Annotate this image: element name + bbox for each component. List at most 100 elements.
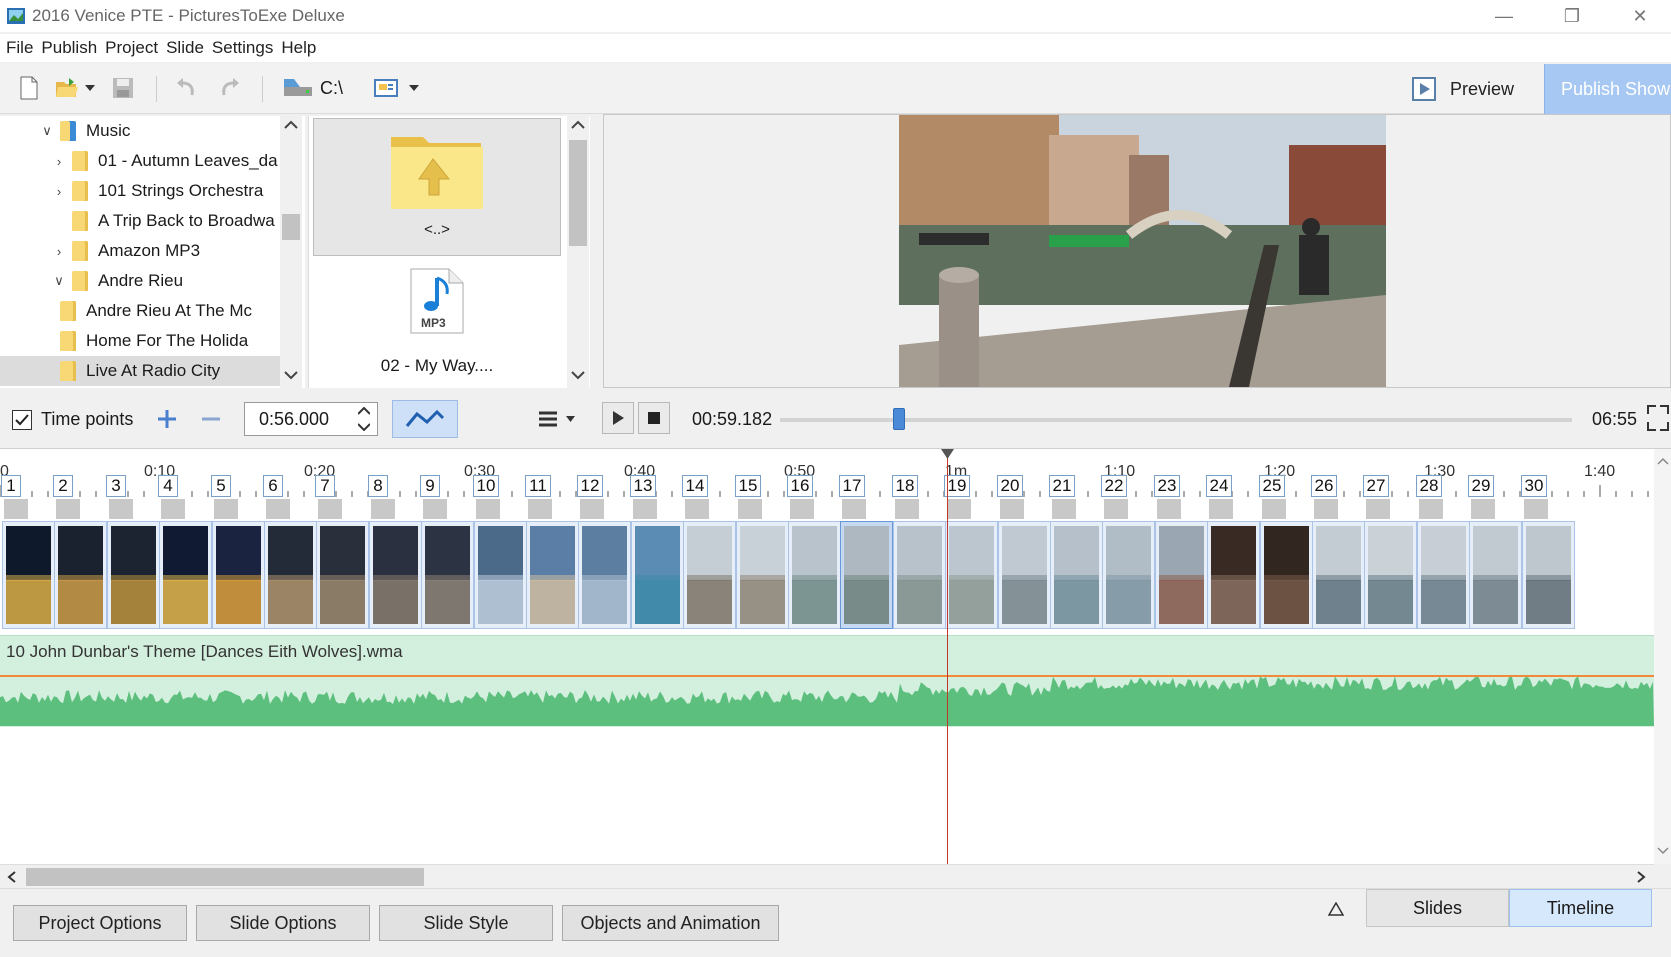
slide-thumbnail[interactable]: [1364, 521, 1417, 629]
slide-thumbnail[interactable]: [1102, 521, 1155, 629]
slide-thumbnail[interactable]: [631, 521, 684, 629]
tree-item[interactable]: Home For The Holida: [0, 326, 280, 356]
transition-marker[interactable]: [895, 499, 919, 519]
slide-thumbnail[interactable]: [316, 521, 369, 629]
slide-number-badge[interactable]: 12: [577, 475, 603, 497]
transition-marker[interactable]: [318, 499, 342, 519]
open-recent-dropdown[interactable]: [82, 72, 98, 104]
transition-marker[interactable]: [1209, 499, 1233, 519]
project-options-button[interactable]: Project Options: [13, 905, 187, 941]
slide-thumbnail[interactable]: [578, 521, 631, 629]
view-mode-dropdown[interactable]: [406, 72, 422, 104]
slide-number-badge[interactable]: 8: [368, 475, 388, 497]
timeline-horizontal-scrollbar[interactable]: [0, 864, 1654, 888]
audio-track[interactable]: 10 John Dunbar's Theme [Dances Eith Wolv…: [0, 635, 1654, 727]
transition-marker[interactable]: [4, 499, 28, 519]
tree-item[interactable]: A Trip Back to Broadwa: [0, 206, 280, 236]
smooth-curve-toggle[interactable]: [392, 400, 458, 438]
slide-options-button[interactable]: Slide Options: [196, 905, 370, 941]
objects-and-animation-button[interactable]: Objects and Animation: [562, 905, 779, 941]
playhead[interactable]: [941, 449, 954, 864]
slide-thumbnail[interactable]: [998, 521, 1051, 629]
menu-publish[interactable]: Publish: [41, 34, 104, 62]
tree-item[interactable]: Andre Rieu At The Mc: [0, 296, 280, 326]
transition-marker[interactable]: [1157, 499, 1181, 519]
slide-thumbnail[interactable]: [54, 521, 107, 629]
position-slider-thumb[interactable]: [893, 408, 905, 430]
slide-thumbnail[interactable]: [840, 521, 893, 629]
fullscreen-button[interactable]: [1646, 404, 1670, 434]
transition-marker[interactable]: [266, 499, 290, 519]
expand-chevron-icon[interactable]: ∨: [38, 123, 56, 139]
transition-marker[interactable]: [1314, 499, 1338, 519]
transition-marker[interactable]: [842, 499, 866, 519]
slide-thumbnail[interactable]: [945, 521, 998, 629]
slide-number-badge[interactable]: 3: [106, 475, 126, 497]
close-button[interactable]: ✕: [1610, 0, 1670, 32]
transition-marker[interactable]: [56, 499, 80, 519]
transition-marker[interactable]: [1471, 499, 1495, 519]
time-points-checkbox[interactable]: [12, 410, 32, 430]
new-project-button[interactable]: [14, 72, 44, 104]
transition-marker[interactable]: [947, 499, 971, 519]
open-project-button[interactable]: [52, 72, 82, 104]
slide-number-badge[interactable]: 17: [839, 475, 865, 497]
play-button[interactable]: [602, 402, 634, 434]
slide-thumbnail[interactable]: [212, 521, 265, 629]
menu-settings[interactable]: Settings: [212, 34, 280, 62]
slide-thumbnail[interactable]: [1050, 521, 1103, 629]
slide-number-badge[interactable]: 16: [787, 475, 813, 497]
slide-thumbnail[interactable]: [526, 521, 579, 629]
transition-marker[interactable]: [1524, 499, 1548, 519]
duration-spinner[interactable]: [352, 403, 376, 435]
slide-number-badge[interactable]: 6: [263, 475, 283, 497]
folder-tree-scroll-thumb[interactable]: [282, 214, 300, 240]
slide-thumbnail[interactable]: [1207, 521, 1260, 629]
slide-number-badge[interactable]: 29: [1468, 475, 1494, 497]
transition-marker[interactable]: [1000, 499, 1024, 519]
slide-number-badge[interactable]: 10: [473, 475, 499, 497]
folder-tree-scrollbar[interactable]: [280, 116, 302, 388]
preview-button[interactable]: Preview: [1412, 70, 1542, 108]
slide-number-badge[interactable]: 21: [1049, 475, 1075, 497]
undo-button[interactable]: [172, 72, 202, 104]
slide-thumbnail[interactable]: [369, 521, 422, 629]
slide-thumbnail[interactable]: [1260, 521, 1313, 629]
expand-chevron-icon[interactable]: ∨: [50, 273, 68, 289]
menu-help[interactable]: Help: [281, 34, 323, 62]
slide-number-badge[interactable]: 5: [211, 475, 231, 497]
slide-number-badge[interactable]: 14: [682, 475, 708, 497]
mp3-file-item[interactable]: MP3 02 - My Way....: [313, 266, 561, 386]
slide-number-badge[interactable]: 13: [630, 475, 656, 497]
transition-marker[interactable]: [685, 499, 709, 519]
slide-number-badge[interactable]: 28: [1416, 475, 1442, 497]
slide-number-badge[interactable]: 15: [735, 475, 761, 497]
restore-button[interactable]: ❐: [1542, 0, 1602, 32]
slide-thumbnail[interactable]: [683, 521, 736, 629]
timeline-scrollbar[interactable]: [1654, 449, 1671, 864]
slide-thumbnail[interactable]: [788, 521, 841, 629]
transition-marker[interactable]: [1052, 499, 1076, 519]
add-time-point-button[interactable]: [152, 404, 182, 434]
tree-item[interactable]: › Amazon MP3: [0, 236, 280, 266]
tab-slides[interactable]: Slides: [1366, 889, 1509, 927]
transition-marker[interactable]: [1104, 499, 1128, 519]
remove-time-point-button[interactable]: [196, 404, 226, 434]
transition-marker[interactable]: [790, 499, 814, 519]
transition-marker[interactable]: [633, 499, 657, 519]
slide-number-badge[interactable]: 20: [997, 475, 1023, 497]
file-browser-scrollbar[interactable]: [567, 116, 589, 388]
transition-marker[interactable]: [371, 499, 395, 519]
tree-item[interactable]: ∨ Andre Rieu: [0, 266, 280, 296]
horizontal-scroll-thumb[interactable]: [26, 868, 424, 886]
tree-item[interactable]: › 101 Strings Orchestra: [0, 176, 280, 206]
slide-thumbnail[interactable]: [1312, 521, 1365, 629]
slide-thumbnail[interactable]: [1469, 521, 1522, 629]
stop-button[interactable]: [638, 402, 670, 434]
view-mode-button[interactable]: [372, 72, 400, 104]
slide-number-badge[interactable]: 7: [315, 475, 335, 497]
tree-item[interactable]: ∨ Music: [0, 116, 280, 146]
slide-thumbnail[interactable]: [159, 521, 212, 629]
slide-number-badge[interactable]: 2: [53, 475, 73, 497]
transition-marker[interactable]: [1419, 499, 1443, 519]
